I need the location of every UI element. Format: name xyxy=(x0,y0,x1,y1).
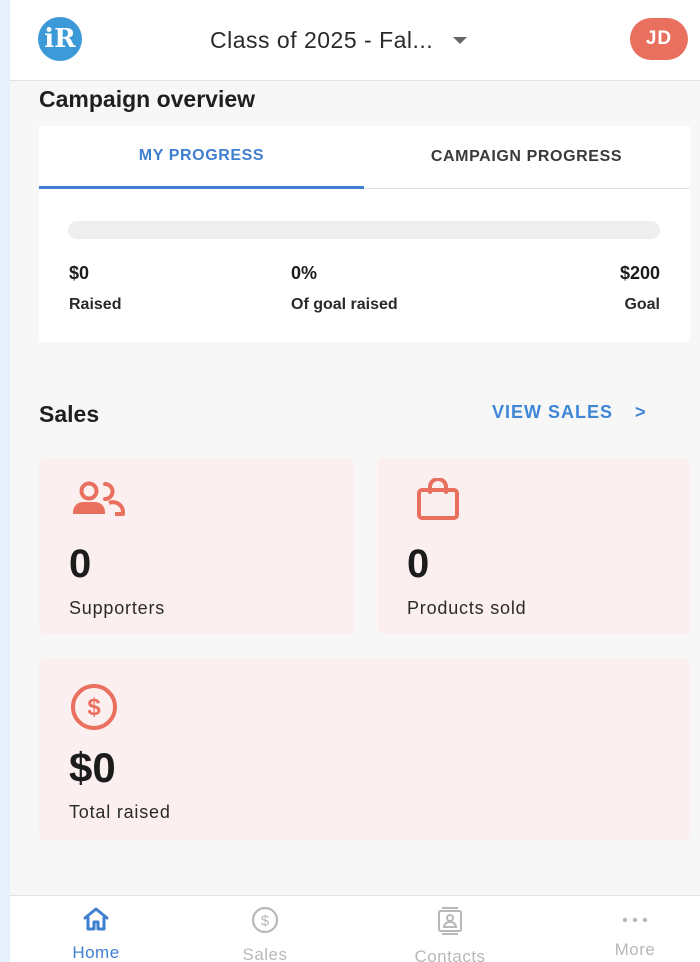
tab-my-progress[interactable]: MY PROGRESS xyxy=(39,126,364,189)
total-raised-tile[interactable]: $ $0 Total raised xyxy=(39,658,690,840)
supporters-label: Supporters xyxy=(69,598,166,618)
stat-goal: $200 Goal xyxy=(620,263,660,314)
shopping-bag-icon xyxy=(415,477,461,527)
stat-percent-label: Of goal raised xyxy=(291,296,398,313)
nav-contacts[interactable]: Contacts xyxy=(395,906,505,962)
stat-percent: 0% Of goal raised xyxy=(291,263,398,314)
app-header: iR Class of 2025 - Fal... JD xyxy=(10,0,700,81)
products-sold-label: Products sold xyxy=(407,598,527,618)
more-icon xyxy=(621,906,649,934)
supporters-tile[interactable]: 0 Supporters xyxy=(39,458,354,634)
svg-text:$: $ xyxy=(261,913,270,930)
nav-home[interactable]: Home xyxy=(41,906,151,962)
chevron-right-icon: > xyxy=(635,402,647,422)
overview-card: MY PROGRESS CAMPAIGN PROGRESS $0 Raised … xyxy=(39,126,690,342)
tab-campaign-progress[interactable]: CAMPAIGN PROGRESS xyxy=(364,126,689,188)
stat-goal-label: Goal xyxy=(624,296,660,313)
section-title-sales: Sales xyxy=(39,401,100,427)
section-title-overview: Campaign overview xyxy=(39,86,256,112)
dollar-circle-icon: $ xyxy=(251,906,279,939)
campaign-name: Class of 2025 - Fal... xyxy=(210,26,434,53)
products-sold-count: 0 xyxy=(407,542,430,586)
app-screen: iR Class of 2025 - Fal... JD Campaign ov… xyxy=(10,0,700,962)
nav-sales[interactable]: $ Sales xyxy=(210,906,320,962)
avatar[interactable]: JD xyxy=(630,18,688,60)
progress-tabs: MY PROGRESS CAMPAIGN PROGRESS xyxy=(39,126,690,189)
stat-raised-label: Raised xyxy=(69,296,122,313)
home-icon xyxy=(82,906,110,937)
supporters-icon xyxy=(69,480,127,525)
total-raised-label: Total raised xyxy=(69,802,171,822)
bottom-nav: Home $ Sales Contacts More xyxy=(10,895,700,962)
nav-more-label: More xyxy=(614,940,656,959)
chevron-down-icon xyxy=(453,36,468,44)
nav-home-label: Home xyxy=(72,943,120,962)
svg-text:$: $ xyxy=(87,694,101,721)
supporters-count: 0 xyxy=(69,542,92,586)
stat-raised: $0 Raised xyxy=(69,263,121,314)
view-sales-link[interactable]: VIEW SALES > xyxy=(492,402,647,423)
progress-bar xyxy=(68,221,660,239)
contacts-icon xyxy=(436,906,464,941)
view-sales-label: VIEW SALES xyxy=(492,402,614,422)
app-logo[interactable]: iR xyxy=(38,17,82,61)
dollar-circle-icon: $ xyxy=(69,682,119,737)
nav-sales-label: Sales xyxy=(242,945,288,962)
nav-more[interactable]: More xyxy=(580,906,690,960)
nav-contacts-label: Contacts xyxy=(414,947,486,962)
campaign-selector[interactable]: Class of 2025 - Fal... xyxy=(210,22,468,58)
stat-raised-value: $0 xyxy=(69,263,90,283)
products-sold-tile[interactable]: 0 Products sold xyxy=(377,458,690,634)
stat-percent-value: 0% xyxy=(291,263,318,283)
total-raised-value: $0 xyxy=(69,744,116,791)
stat-goal-value: $200 xyxy=(619,263,660,283)
